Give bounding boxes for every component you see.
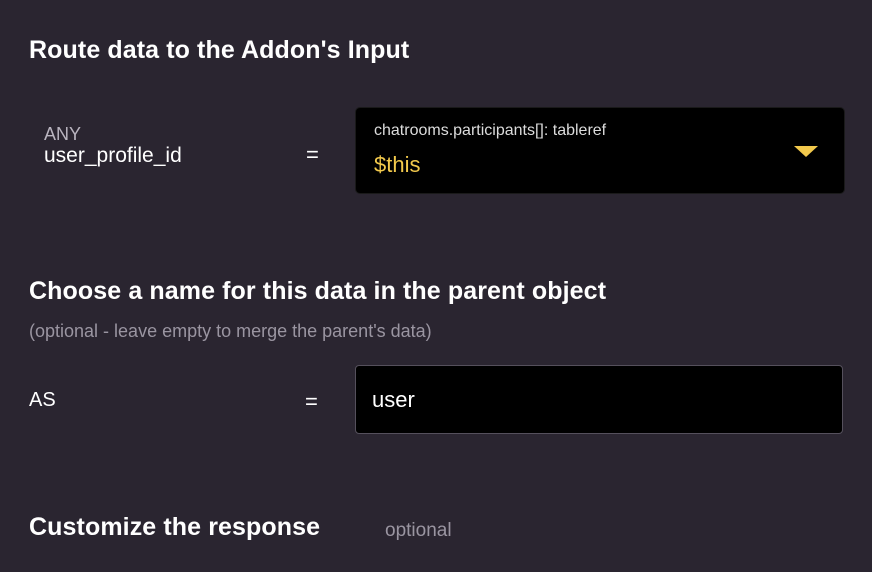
route-equals-sign: = bbox=[306, 142, 319, 167]
select-value: $this bbox=[374, 152, 421, 177]
route-section-title: Route data to the Addon's Input bbox=[29, 36, 410, 64]
as-equals-sign: = bbox=[305, 389, 318, 414]
name-section-subtitle: (optional - leave empty to merge the par… bbox=[29, 321, 432, 341]
param-type-label: ANY bbox=[44, 124, 82, 144]
name-section-title: Choose a name for this data in the paren… bbox=[29, 277, 607, 305]
select-path-label: chatrooms.participants[]: tableref bbox=[374, 122, 607, 139]
param-name: user_profile_id bbox=[44, 144, 182, 167]
as-label: AS bbox=[29, 389, 56, 411]
input-source-select[interactable]: chatrooms.participants[]: tableref $this bbox=[355, 107, 845, 194]
caret-down-icon bbox=[794, 146, 818, 157]
as-name-input[interactable] bbox=[355, 365, 843, 434]
response-section-title: Customize the response bbox=[29, 513, 321, 541]
response-optional-label: optional bbox=[385, 520, 452, 541]
